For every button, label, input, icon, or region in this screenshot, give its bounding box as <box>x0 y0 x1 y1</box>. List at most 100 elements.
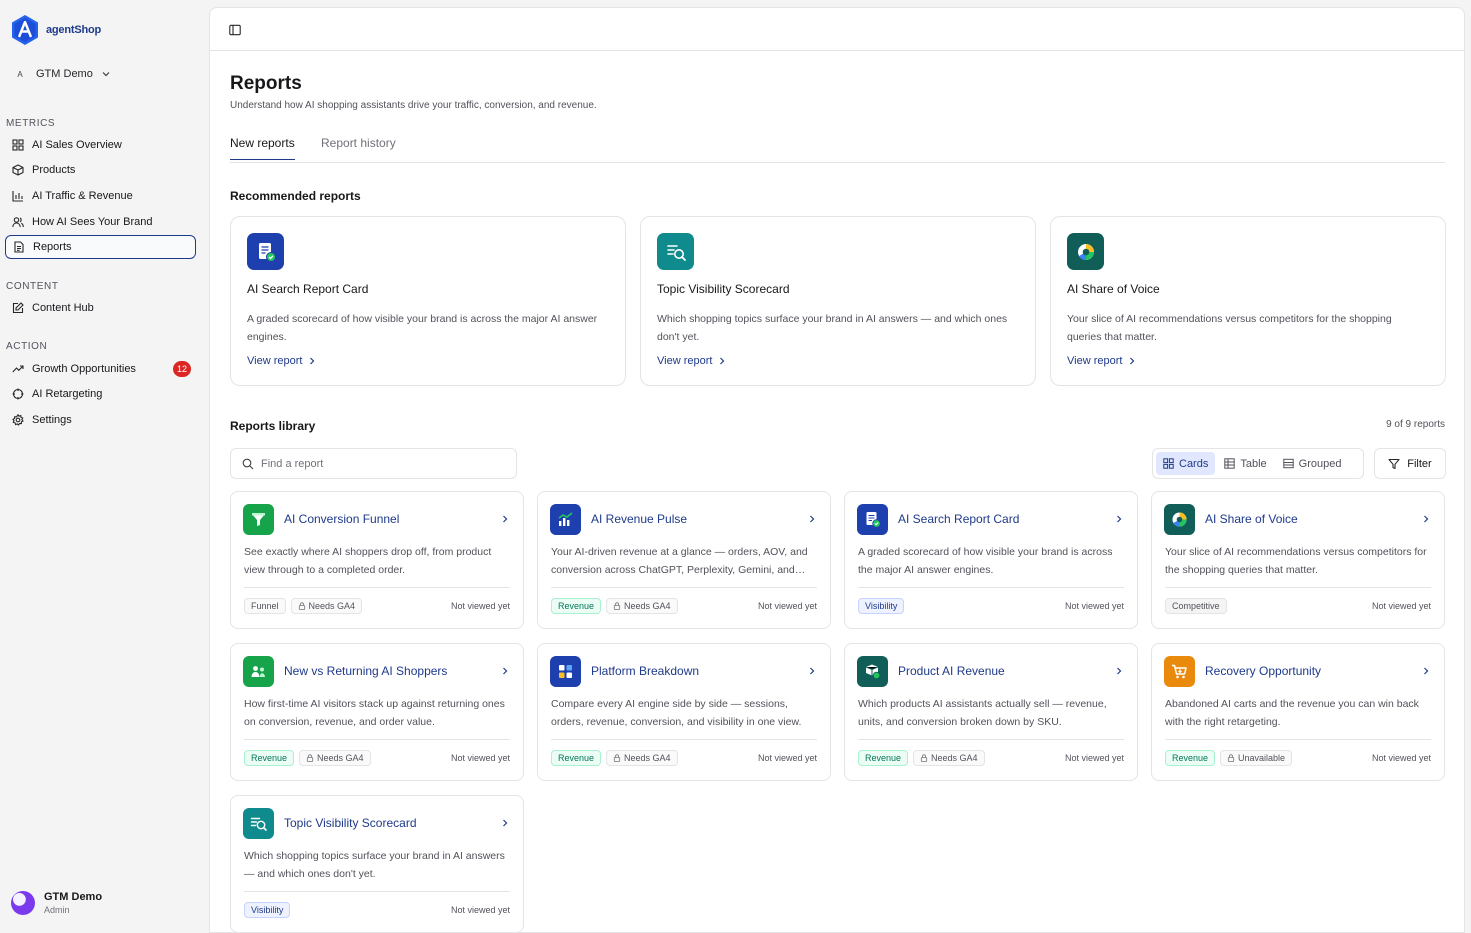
sidebar-toggle-icon[interactable] <box>229 24 241 36</box>
tab-report-history[interactable]: Report history <box>321 136 396 159</box>
tag-label: Revenue <box>1172 753 1209 763</box>
search-box[interactable] <box>230 448 517 479</box>
workspace-switcher[interactable]: A GTM Demo <box>12 66 111 82</box>
filter-button[interactable]: Filter <box>1374 448 1446 479</box>
sidebar-item-products[interactable]: Products <box>5 158 196 182</box>
tag-visibility: Visibility <box>858 598 905 614</box>
chevron-right-icon[interactable] <box>1115 667 1123 675</box>
view-report-link[interactable]: View report <box>1067 355 1136 367</box>
sidebar-item-reports[interactable]: Reports <box>5 235 196 259</box>
lock-icon <box>306 754 314 762</box>
user-profile[interactable]: GTM Demo Admin <box>11 891 102 915</box>
topic-search-icon <box>243 808 274 839</box>
tag-label: Revenue <box>558 601 595 611</box>
view-table-button[interactable]: Table <box>1217 452 1273 475</box>
filter-icon <box>1388 458 1400 469</box>
tag-revenue: Revenue <box>1165 750 1216 766</box>
chevron-right-icon[interactable] <box>808 515 816 523</box>
workspace-avatar: A <box>17 69 23 79</box>
card-divider <box>244 739 510 740</box>
cart-icon <box>1164 656 1195 687</box>
search-icon <box>242 458 254 469</box>
topbar <box>210 8 1464 51</box>
brand[interactable]: agentShop <box>10 14 101 46</box>
sidebar-item-ai-retargeting[interactable]: AI Retargeting <box>5 382 196 406</box>
report-card-platform-breakdown[interactable]: Platform Breakdown Compare every AI engi… <box>537 643 831 781</box>
report-card-new-vs-returning-ai-shoppers[interactable]: New vs Returning AI Shoppers How first-t… <box>230 643 524 781</box>
view-report-link[interactable]: View report <box>247 355 316 367</box>
report-card-description: See exactly where AI shoppers drop off, … <box>244 546 492 576</box>
card-divider <box>551 587 817 588</box>
chevron-right-icon <box>1130 357 1135 365</box>
tag-revenue: Revenue <box>551 598 602 614</box>
lock-icon <box>920 754 928 762</box>
sidebar-item-label: Reports <box>33 241 72 253</box>
chevron-right-icon[interactable] <box>501 819 509 827</box>
report-card-title: Product AI Revenue <box>898 664 1005 678</box>
page-title: Reports <box>230 73 302 94</box>
filter-label: Filter <box>1407 457 1432 470</box>
tag-label: Revenue <box>558 753 595 763</box>
tag-label: Needs GA4 <box>308 601 356 611</box>
search-input[interactable] <box>261 457 501 470</box>
shoppers-icon <box>243 656 274 687</box>
report-card-title: Recovery Opportunity <box>1205 664 1322 678</box>
card-divider <box>244 891 510 892</box>
report-card-ai-revenue-pulse[interactable]: AI Revenue Pulse Your AI-driven revenue … <box>537 491 831 629</box>
user-role: Admin <box>44 905 70 915</box>
report-card-tags: Competitive <box>1165 598 1227 614</box>
chevron-down-icon <box>102 72 110 77</box>
report-card-tags: Revenue Unavailable <box>1165 750 1293 766</box>
chevron-right-icon[interactable] <box>1115 515 1123 523</box>
report-card-title: AI Search Report Card <box>898 512 1020 526</box>
view-grouped-button[interactable]: Grouped <box>1276 452 1349 475</box>
section-label-metrics: METRICS <box>6 118 56 129</box>
view-status: Not viewed yet <box>1064 601 1124 611</box>
table-icon <box>1224 458 1236 469</box>
chevron-right-icon[interactable] <box>808 667 816 675</box>
sidebar-item-content-hub[interactable]: Content Hub <box>5 296 196 320</box>
view-report-link[interactable]: View report <box>657 355 726 367</box>
report-card-product-ai-revenue[interactable]: Product AI Revenue Which products AI ass… <box>844 643 1138 781</box>
chevron-right-icon[interactable] <box>501 667 509 675</box>
tag-needs-ga4: Needs GA4 <box>290 598 363 614</box>
sidebar-item-label: Growth Opportunities <box>32 363 136 375</box>
chevron-right-icon[interactable] <box>501 515 509 523</box>
report-card-ai-search-report-card[interactable]: AI Search Report Card A graded scorecard… <box>844 491 1138 629</box>
report-card-title: New vs Returning AI Shoppers <box>284 664 448 678</box>
sidebar-item-ai-sales-overview[interactable]: AI Sales Overview <box>5 133 196 157</box>
platform-grid-icon <box>550 656 581 687</box>
report-card-ai-share-of-voice[interactable]: AI Share of Voice Your slice of AI recom… <box>1151 491 1445 629</box>
chevron-right-icon[interactable] <box>1422 667 1430 675</box>
tab-new-reports[interactable]: New reports <box>230 136 295 160</box>
lock-icon <box>613 754 621 762</box>
view-status: Not viewed yet <box>1371 753 1431 763</box>
target-icon <box>12 388 24 400</box>
tag-revenue: Revenue <box>244 750 295 766</box>
sidebar-item-settings[interactable]: Settings <box>5 408 196 432</box>
tag-needs-ga4: Needs GA4 <box>913 750 985 766</box>
tag-revenue: Revenue <box>858 750 909 766</box>
recommended-card-ai-search-report-card[interactable]: AI Search Report Card A graded scorecard… <box>230 216 626 386</box>
funnel-icon <box>243 504 274 535</box>
recommended-card-title: Topic Visibility Scorecard <box>657 282 790 296</box>
chevron-right-icon[interactable] <box>1422 515 1430 523</box>
tag-revenue: Revenue <box>551 750 602 766</box>
sidebar-item-growth-opportunities[interactable]: Growth Opportunities 12 <box>5 357 196 381</box>
report-card-recovery-opportunity[interactable]: Recovery Opportunity Abandoned AI carts … <box>1151 643 1445 781</box>
report-card-ai-conversion-funnel[interactable]: AI Conversion Funnel See exactly where A… <box>230 491 524 629</box>
report-card-topic-visibility-scorecard[interactable]: Topic Visibility Scorecard Which shoppin… <box>230 795 524 932</box>
sidebar-item-label: Settings <box>32 414 72 426</box>
library-heading: Reports library <box>230 419 316 433</box>
report-card-tags: Visibility <box>244 902 291 918</box>
recommended-card-ai-share-of-voice[interactable]: AI Share of Voice Your slice of AI recom… <box>1050 216 1446 386</box>
view-cards-button[interactable]: Cards <box>1156 452 1216 475</box>
sidebar-item-how-ai-sees-your-brand[interactable]: How AI Sees Your Brand <box>5 210 196 234</box>
main-panel: Reports Understand how AI shopping assis… <box>209 7 1465 933</box>
report-tabs: New reports Report history <box>230 135 1445 163</box>
sidebar-item-ai-traffic-revenue[interactable]: AI Traffic & Revenue <box>5 184 196 208</box>
edit-icon <box>12 302 24 314</box>
gear-icon <box>12 414 24 426</box>
report-card-description: Your AI-driven revenue at a glance — ord… <box>551 546 808 576</box>
recommended-card-topic-visibility-scorecard[interactable]: Topic Visibility Scorecard Which shoppin… <box>640 216 1036 386</box>
